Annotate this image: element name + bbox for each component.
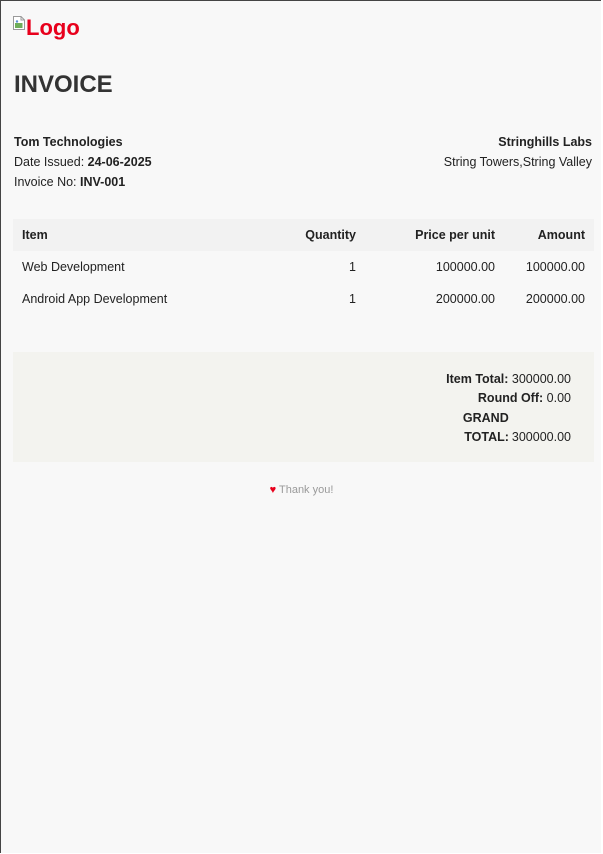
date-issued-value: 24-06-2025 bbox=[87, 155, 152, 169]
date-issued-label: Date Issued: bbox=[14, 155, 88, 169]
invoice-number: Invoice No: INV-001 bbox=[14, 172, 152, 192]
from-company: Tom Technologies bbox=[14, 135, 123, 149]
invoice-title: INVOICE bbox=[14, 71, 113, 98]
row-item: Android App Development bbox=[22, 292, 168, 306]
to-company: Stringhills Labs bbox=[498, 135, 592, 149]
totals-summary: Item Total: 300000.00 Round Off: 0.00 GR… bbox=[446, 370, 571, 447]
item-total-label: Item Total: bbox=[446, 372, 509, 386]
table-header-row: Item Quantity Price per unit Amount bbox=[13, 219, 594, 251]
row-quantity: 1 bbox=[349, 260, 356, 274]
round-off-value: 0.00 bbox=[546, 391, 571, 406]
thank-you-note: ♥ Thank you! bbox=[1, 484, 602, 496]
header-price: Price per unit bbox=[365, 219, 504, 251]
heart-icon: ♥ bbox=[269, 484, 277, 496]
row-amount: 100000.00 bbox=[525, 260, 585, 274]
row-price: 200000.00 bbox=[435, 292, 495, 306]
grand-total-value: 300000.00 bbox=[511, 429, 571, 444]
table-row: Web Development 1 100000.00 100000.00 bbox=[13, 251, 594, 283]
from-block: Tom Technologies Date Issued: 24-06-2025… bbox=[14, 132, 152, 192]
broken-image-icon bbox=[13, 16, 25, 30]
totals-box: Item Total: 300000.00 Round Off: 0.00 GR… bbox=[13, 352, 594, 462]
logo-alt-text: Logo bbox=[26, 15, 80, 40]
logo: Logo bbox=[13, 15, 80, 41]
invoice-number-value: INV-001 bbox=[80, 175, 126, 189]
row-price: 100000.00 bbox=[435, 260, 495, 274]
grand-total-label-line2: TOTAL: bbox=[464, 429, 509, 444]
to-address: String Towers,String Valley bbox=[443, 155, 592, 169]
grand-total-label: GRAND TOTAL: bbox=[463, 409, 509, 448]
items-table: Item Quantity Price per unit Amount Web … bbox=[13, 219, 594, 315]
date-issued: Date Issued: 24-06-2025 bbox=[14, 152, 152, 172]
row-amount: 200000.00 bbox=[525, 292, 585, 306]
item-total-value: 300000.00 bbox=[511, 372, 571, 386]
item-total: Item Total: 300000.00 bbox=[446, 370, 571, 389]
round-off-label: Round Off: bbox=[477, 391, 544, 406]
table-row: Android App Development 1 200000.00 2000… bbox=[13, 283, 594, 315]
grand-total: GRAND TOTAL: 300000.00 bbox=[446, 409, 571, 448]
thank-you-text: Thank you! bbox=[278, 484, 334, 496]
header-item: Item bbox=[13, 219, 263, 251]
invoice-number-label: Invoice No: bbox=[14, 175, 81, 189]
grand-total-label-line1: GRAND bbox=[462, 410, 509, 425]
row-item: Web Development bbox=[22, 260, 125, 274]
header-quantity: Quantity bbox=[263, 219, 365, 251]
invoice-page: Logo INVOICE Tom Technologies Date Issue… bbox=[0, 0, 601, 853]
header-amount: Amount bbox=[504, 219, 594, 251]
row-quantity: 1 bbox=[349, 292, 356, 306]
to-block: Stringhills Labs String Towers,String Va… bbox=[444, 132, 592, 172]
round-off: Round Off: 0.00 bbox=[446, 389, 571, 408]
